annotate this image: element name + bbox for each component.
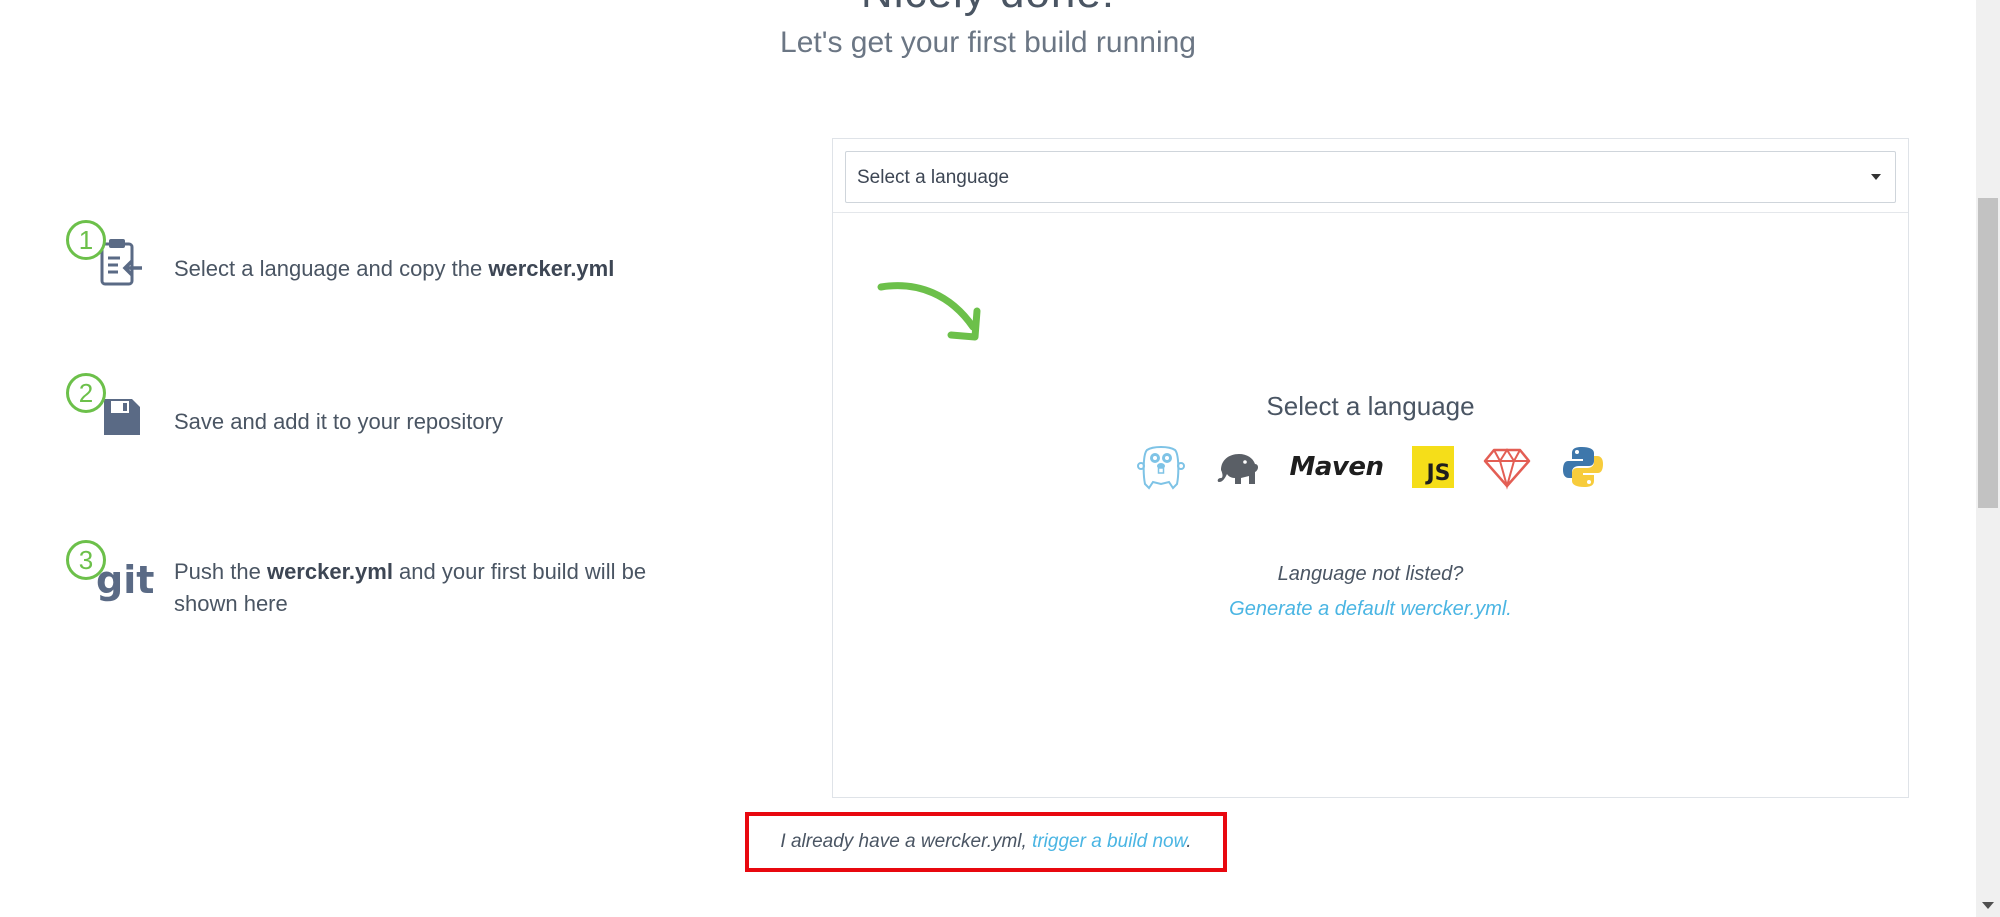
language-not-listed-text: Language not listed? [1277, 563, 1464, 585]
maven-icon[interactable]: Maven [1289, 444, 1384, 490]
language-select[interactable]: Select a language [845, 151, 1896, 203]
language-panel-header: Select a language [833, 139, 1908, 213]
scroll-down-arrow-icon[interactable] [1982, 902, 1994, 909]
python-icon[interactable] [1560, 444, 1606, 490]
scrollbar-thumb[interactable] [1978, 198, 1998, 508]
page-subtitle: Let's get your first build running [780, 26, 1196, 59]
step-2: 2 Save and add it to your repository [66, 373, 706, 453]
trigger-build-link[interactable]: trigger a build now [1032, 831, 1186, 852]
vertical-scrollbar[interactable] [1976, 0, 2000, 917]
git-icon: git [96, 558, 155, 602]
step-number-badge: 1 [66, 220, 106, 260]
js-icon[interactable]: JS [1411, 446, 1454, 488]
go-gopher-icon[interactable] [1135, 444, 1187, 490]
curved-arrow-icon [873, 279, 993, 359]
generate-default-wercker-link[interactable]: Generate a default wercker.yml. [1229, 598, 1512, 620]
step-3-text: Push the wercker.yml and your first buil… [174, 559, 647, 616]
page: Nicely done! Let's get your first build … [0, 0, 2000, 917]
select-language-heading: Select a language [1266, 391, 1475, 421]
ruby-icon[interactable] [1482, 444, 1532, 490]
language-select-value: Select a language [857, 167, 1010, 188]
step-3: 3 git Push the wercker.yml and your firs… [66, 540, 706, 630]
language-logos: Maven JS [833, 444, 1908, 494]
generate-default-link-row: Generate a default wercker.yml. [833, 598, 1908, 621]
step-3-filename: wercker.yml [266, 559, 393, 584]
step-1-filename: wercker.yml [488, 256, 615, 281]
already-have-wercker-note: I already have a wercker.yml, trigger a … [745, 812, 1227, 872]
caret-down-icon [1871, 174, 1881, 180]
language-panel: Select a language Select a language Mave… [832, 138, 1909, 798]
page-title: Nicely done! [0, 0, 1976, 18]
elephant-icon[interactable] [1215, 444, 1261, 490]
floppy-disk-icon [96, 395, 148, 451]
step-1-text: Select a language and copy the wercker.y… [174, 256, 615, 281]
step-number-badge: 3 [66, 540, 106, 580]
step-1: 1 Select a language and copy the wercker… [66, 220, 706, 300]
step-number-badge: 2 [66, 373, 106, 413]
step-2-text: Save and add it to your repository [174, 409, 503, 434]
